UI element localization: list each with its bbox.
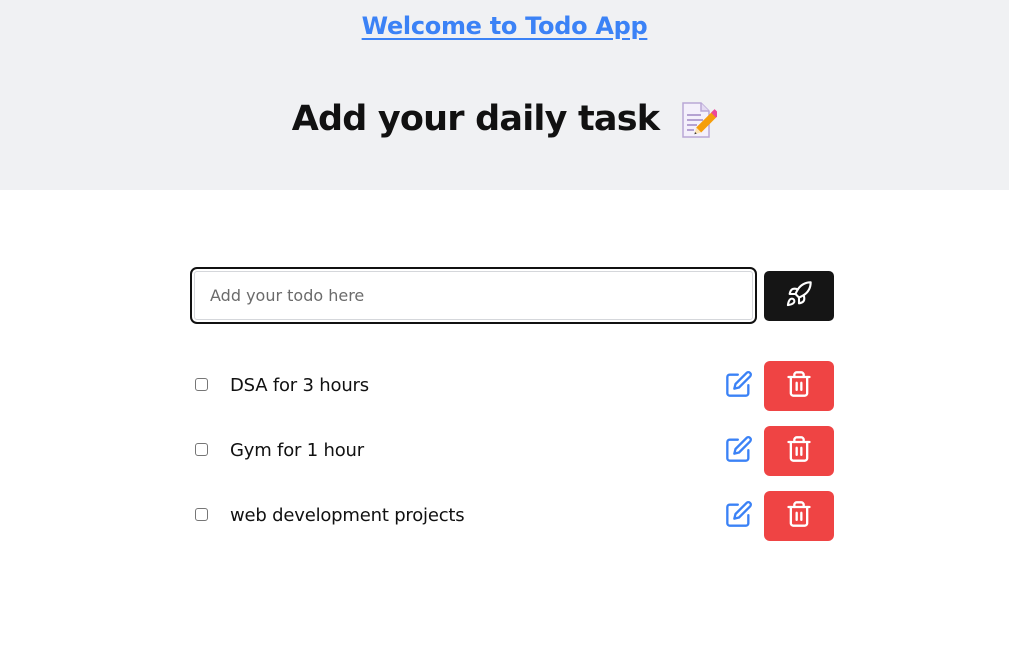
- todo-checkbox[interactable]: [195, 378, 208, 391]
- delete-button[interactable]: [764, 426, 834, 476]
- todo-checkbox[interactable]: [195, 443, 208, 456]
- title-row: Add your daily task: [0, 96, 1009, 142]
- todo-item: web development projects: [190, 491, 835, 541]
- welcome-link[interactable]: Welcome to Todo App: [0, 12, 1009, 40]
- header: Welcome to Todo App Add your daily task: [0, 0, 1009, 190]
- memo-icon: [677, 100, 720, 140]
- edit-icon: [725, 500, 753, 532]
- todo-checkbox[interactable]: [195, 508, 208, 521]
- delete-button[interactable]: [764, 491, 834, 541]
- trash-icon: [785, 370, 813, 402]
- todo-item: DSA for 3 hours: [190, 361, 835, 411]
- edit-button[interactable]: [724, 501, 754, 531]
- trash-icon: [785, 435, 813, 467]
- edit-icon: [725, 370, 753, 402]
- edit-button[interactable]: [724, 436, 754, 466]
- todo-text: DSA for 3 hours: [230, 375, 369, 396]
- edit-icon: [725, 435, 753, 467]
- add-todo-button[interactable]: [764, 271, 834, 321]
- todo-text: Gym for 1 hour: [230, 440, 364, 461]
- delete-button[interactable]: [764, 361, 834, 411]
- page-title: Add your daily task: [291, 99, 660, 139]
- todo-input[interactable]: [190, 267, 757, 324]
- todo-list: DSA for 3 hours Gym for 1 hour web devel…: [190, 361, 835, 556]
- todo-item: Gym for 1 hour: [190, 426, 835, 476]
- rocket-icon: [785, 280, 813, 312]
- todo-text: web development projects: [230, 505, 465, 526]
- trash-icon: [785, 500, 813, 532]
- edit-button[interactable]: [724, 371, 754, 401]
- add-todo-form: [190, 267, 835, 325]
